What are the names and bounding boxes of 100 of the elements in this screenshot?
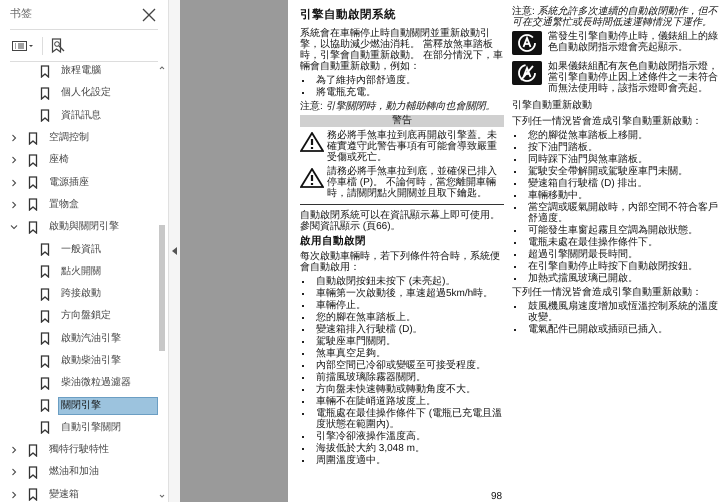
list-item: 當空調或暖氣開啟時，內部空間不符合客戶舒適度。 bbox=[528, 202, 718, 224]
bookmark-item[interactable]: 啟動與關閉引擎 bbox=[46, 218, 122, 236]
bookmark-icon bbox=[28, 488, 38, 502]
warning-text: 請務必將手煞車拉到底，並確保已排入停車檔 (P)。 不論何時，當您離開車輛時，請關閉點火開關並且取下鑰匙。 bbox=[327, 166, 498, 199]
list-item: 在引擎自動停止時按下自動啟閉按鈕。 bbox=[528, 261, 698, 272]
list-item: 方向盤未快速轉動或轉動角度不大。 bbox=[316, 384, 476, 395]
bookmark-item[interactable]: 資訊訊息 bbox=[58, 106, 104, 125]
options-icon[interactable] bbox=[12, 40, 34, 50]
list-item: 將電瓶充電。 bbox=[316, 87, 376, 98]
list-item: 煞車真空足夠。 bbox=[316, 348, 386, 359]
warning-header: 警告 bbox=[300, 115, 504, 127]
list-item: 周圍溫度適中。 bbox=[316, 455, 386, 466]
list-item: 變速箱排入行駛檔 (D)。 bbox=[316, 324, 423, 335]
bookmark-item[interactable]: 空調控制 bbox=[46, 129, 92, 148]
bookmark-icon bbox=[40, 421, 50, 434]
bookmark-item[interactable]: 獨特行駛特性 bbox=[46, 441, 112, 460]
bookmark-icon bbox=[28, 132, 38, 145]
bookmark-item[interactable]: 柴油微粒過濾器 bbox=[58, 374, 134, 392]
bookmark-item[interactable]: 電源插座 bbox=[46, 174, 92, 192]
bookmark-icon bbox=[40, 310, 50, 323]
section-title: 引擎自動啟閉系統 bbox=[300, 8, 397, 22]
list-item: 為了維持內部舒適度。 bbox=[316, 75, 416, 86]
list-item: 您的腳在煞車踏板上。 bbox=[316, 312, 416, 323]
bookmark-icon bbox=[40, 332, 50, 346]
list-item: 車輛第一次啟動後，車速超過5km/h時。 bbox=[316, 288, 494, 299]
indicator-description: 當發生引擎自動停止時，儀錶組上的綠色自動啟閉指示燈會亮起顯示。 bbox=[548, 31, 718, 55]
page-number: 98 bbox=[491, 491, 502, 502]
warning-text: 務必將手煞車拉到底再開啟引擎蓋。未確實遵守此警告事項有可能會導致嚴重受傷或死亡。 bbox=[327, 130, 498, 163]
list-item: 海拔低於大約 3,048 m。 bbox=[316, 443, 425, 454]
list-item: 您的腳從煞車踏板上移開。 bbox=[528, 130, 648, 141]
list-item: 變速箱自行駛檔 (D) 排出。 bbox=[528, 178, 648, 189]
bookmark-icon bbox=[40, 64, 50, 78]
list-item: 駕駛座車門關閉。 bbox=[316, 336, 396, 347]
list-item: 自動啟閉按鈕未按下 (未亮起)。 bbox=[316, 276, 456, 287]
bookmark-icon bbox=[40, 354, 50, 368]
bookmark-search-icon[interactable] bbox=[51, 38, 65, 54]
bookmark-icon bbox=[28, 176, 38, 190]
bookmark-item[interactable]: 關閉引擎 bbox=[58, 396, 158, 415]
paragraph: 下列任一情況皆會造成引擎自動重新啟動： bbox=[512, 116, 703, 127]
bookmark-item[interactable]: 自動引擎關閉 bbox=[58, 418, 124, 437]
bookmark-item[interactable]: 跨接啟動 bbox=[58, 285, 104, 304]
bookmark-item[interactable]: 點火開關 bbox=[58, 262, 104, 281]
chevron-right-icon[interactable] bbox=[10, 490, 18, 499]
chevron-right-icon[interactable] bbox=[10, 468, 18, 476]
bookmark-icon bbox=[28, 466, 38, 479]
bookmark-item[interactable]: 一般資訊 bbox=[58, 240, 104, 259]
close-icon[interactable] bbox=[142, 8, 156, 22]
chevron-right-icon[interactable] bbox=[10, 156, 18, 164]
bookmark-icon bbox=[28, 198, 38, 212]
bookmark-icon bbox=[40, 109, 50, 122]
list-item: 車輛停止。 bbox=[316, 300, 366, 311]
chevron-right-icon[interactable] bbox=[10, 446, 18, 454]
list-item: 按下油門踏板。 bbox=[528, 142, 598, 153]
bookmark-icon bbox=[28, 444, 38, 457]
list-item: 可能發生車窗起霧且空調為開啟狀態。 bbox=[528, 225, 698, 236]
list-item: 超過引擎關閉最長時間。 bbox=[528, 249, 638, 260]
bookmark-icon bbox=[40, 399, 50, 412]
bookmark-item[interactable]: 置物盒 bbox=[46, 196, 82, 214]
bookmark-icon bbox=[28, 154, 38, 167]
bookmark-icon bbox=[40, 243, 50, 256]
bookmark-item[interactable]: 變速箱 bbox=[46, 486, 82, 502]
paragraph: 自動啟閉系統可以在資訊顯示幕上即可使用。參閱資訊顯示 (頁66)。 bbox=[300, 210, 501, 232]
bookmark-item[interactable]: 個人化設定 bbox=[58, 84, 114, 102]
list-item: 駕駛安全帶解開或駕駛座車門未關。 bbox=[528, 166, 688, 177]
section-heading: 啟用自動啟閉 bbox=[300, 235, 367, 248]
list-item: 鼓風機風扇速度增加或恆溫控制系統的溫度改變。 bbox=[528, 301, 718, 323]
section-heading: 引擎自動重新啟動 bbox=[512, 100, 593, 112]
chevron-right-icon[interactable] bbox=[10, 178, 18, 187]
scroll-up-icon[interactable] bbox=[159, 66, 165, 70]
warning-icon bbox=[300, 168, 324, 188]
collapse-panel-icon[interactable] bbox=[172, 247, 177, 255]
bookmark-item[interactable]: 方向盤鎖定 bbox=[58, 307, 114, 326]
bookmark-item[interactable]: 座椅 bbox=[46, 151, 72, 170]
bookmark-item[interactable]: 啟動汽油引擎 bbox=[58, 330, 124, 348]
list-item: 車輛移動中。 bbox=[528, 190, 588, 201]
list-item: 前擋風玻璃除霧器關閉。 bbox=[316, 372, 426, 383]
chevron-right-icon[interactable] bbox=[10, 200, 18, 209]
list-item: 電氣配件已開啟或插頭已插入。 bbox=[528, 324, 668, 335]
chevron-down-icon[interactable] bbox=[10, 223, 18, 232]
list-item: 車輛不在陡峭道路坡度上。 bbox=[316, 396, 436, 407]
paragraph: 系統會在車輛停止時自動關閉並重新啟動引擎，以協助減少燃油消耗。 當釋放煞車踏板時，引擎會自動重新啟動。 在部分情況下，車輛會自動重新啟動，例如： bbox=[300, 28, 504, 72]
auto-start-stop-icon bbox=[512, 31, 542, 55]
chevron-right-icon[interactable] bbox=[10, 134, 18, 142]
note-text: 注意: 引擎關閉時，動力輔助轉向也會關閉。 bbox=[300, 101, 497, 112]
bookmark-item[interactable]: 旅程電腦 bbox=[58, 62, 104, 80]
list-item: 內部空間已冷卻或變暖至可接受程度。 bbox=[316, 360, 486, 371]
bookmark-item[interactable]: 燃油和加油 bbox=[46, 463, 102, 482]
bookmark-item[interactable]: 啟動柴油引擎 bbox=[58, 352, 124, 370]
bookmark-icon bbox=[40, 86, 50, 100]
list-item: 電瓶處在最佳操作條件下 (電瓶已充電且溫度狀態在範圍內)。 bbox=[316, 408, 504, 430]
list-item: 同時踩下油門與煞車踏板。 bbox=[528, 154, 648, 165]
bookmark-icon bbox=[40, 288, 50, 301]
warning-icon bbox=[300, 132, 324, 152]
panel-title: 书签 bbox=[10, 7, 32, 22]
note-text: 注意: 系統允許多次連續的自動啟閉動作，但不可在交通繁忙或長時間低速運轉情況下運作。 bbox=[512, 6, 718, 28]
bookmark-icon bbox=[28, 220, 38, 234]
list-item: 電瓶未處在最佳操作條件下。 bbox=[528, 237, 658, 248]
scroll-down-icon[interactable] bbox=[159, 494, 165, 498]
paragraph: 每次啟動車輛時，若下列條件符合時，系統便會自動啟用： bbox=[300, 251, 501, 273]
bookmark-icon bbox=[40, 376, 50, 390]
